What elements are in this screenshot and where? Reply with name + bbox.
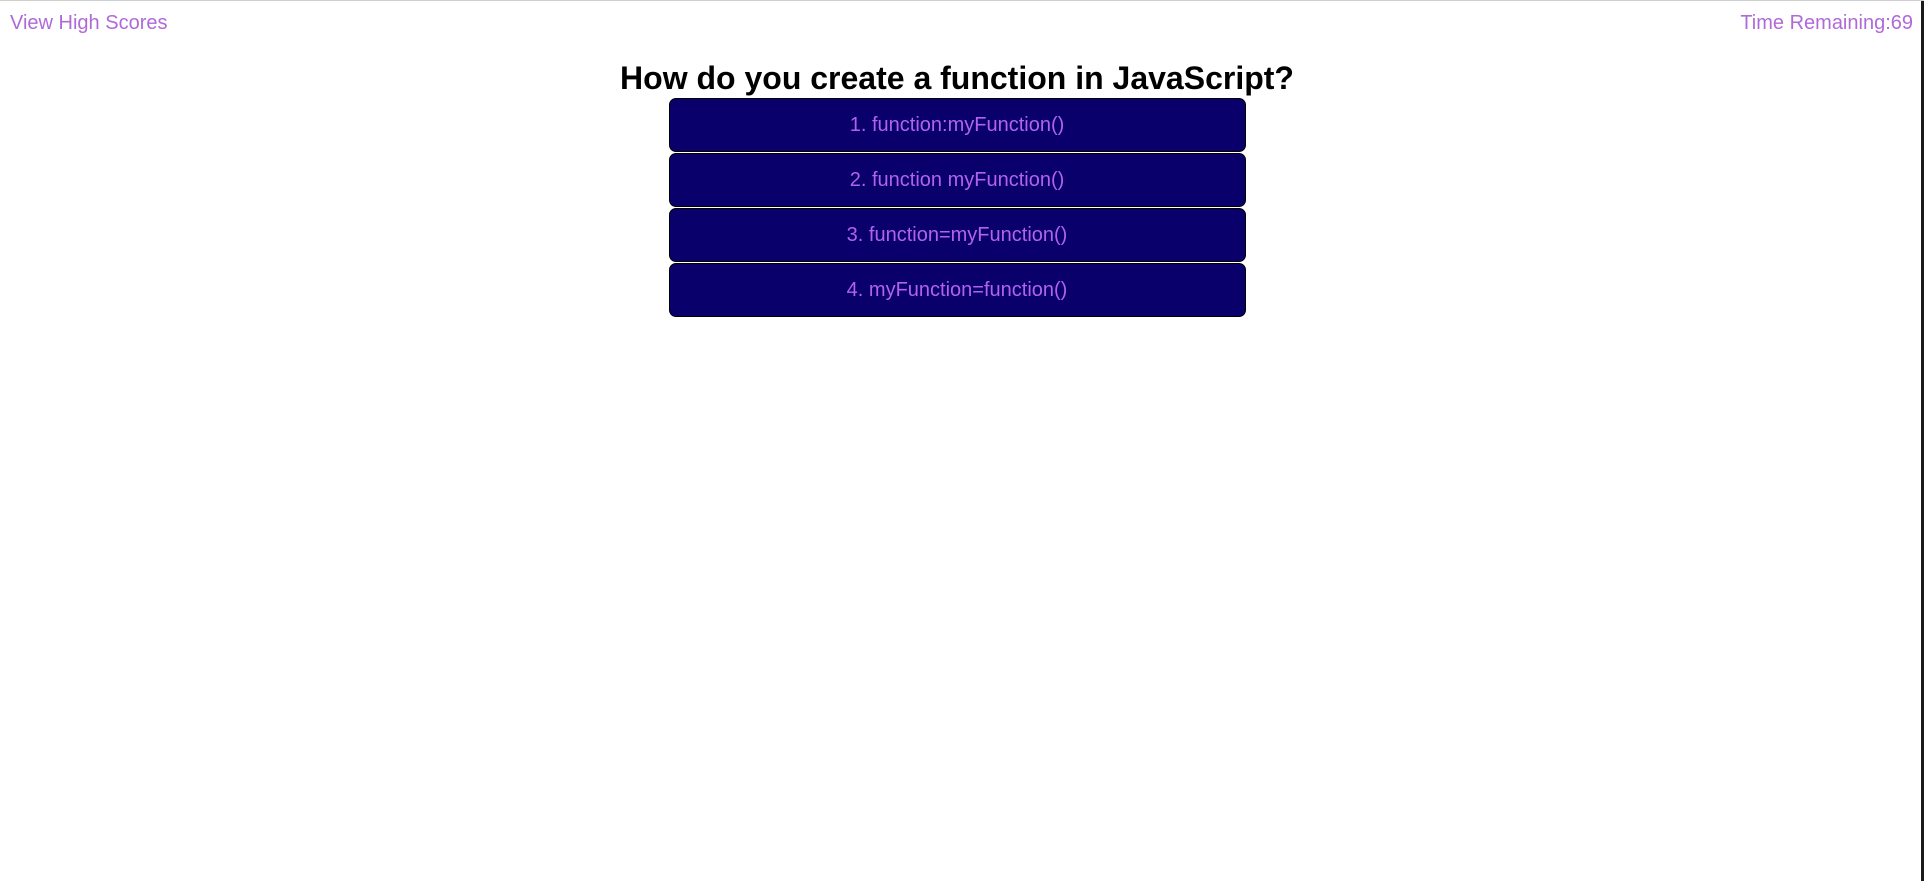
quiz-container: How do you create a function in JavaScri… <box>0 59 1914 317</box>
time-remaining: Time Remaining:69 <box>1740 12 1913 35</box>
timer-label: Time Remaining: <box>1740 12 1891 34</box>
answer-button-2[interactable]: 2. function myFunction() <box>668 153 1246 207</box>
question-title: How do you create a function in JavaScri… <box>620 60 1294 96</box>
answer-button-1[interactable]: 1. function:myFunction() <box>668 98 1246 152</box>
view-high-scores-link[interactable]: View High Scores <box>10 12 167 35</box>
answer-button-4[interactable]: 4. myFunction=function() <box>668 263 1246 317</box>
answer-list: 1. function:myFunction() 2. function myF… <box>668 97 1246 317</box>
answer-button-3[interactable]: 3. function=myFunction() <box>668 208 1246 262</box>
timer-value: 69 <box>1890 12 1913 34</box>
